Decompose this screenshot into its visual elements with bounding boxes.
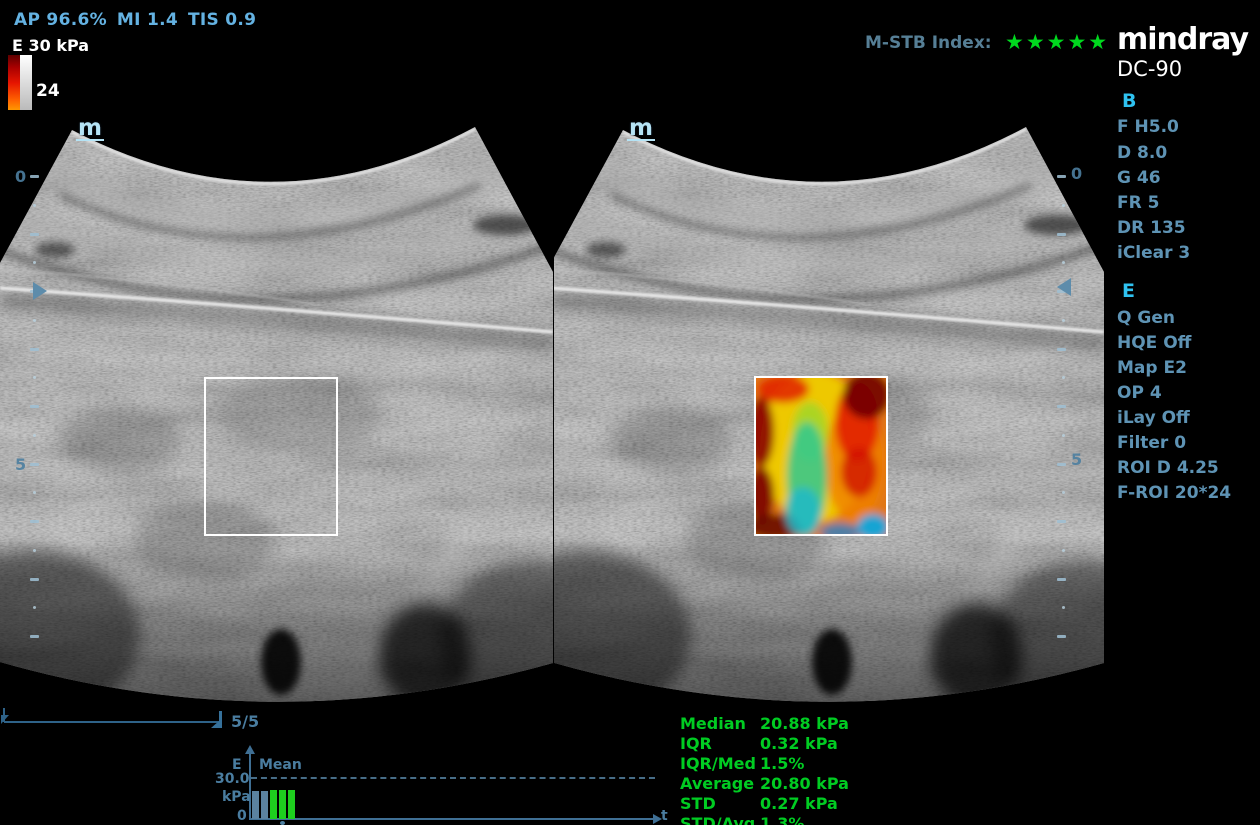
probe-orientation-marker-icon: m xyxy=(627,118,655,141)
trend-bar xyxy=(270,790,277,819)
trend-max-refline xyxy=(251,777,655,779)
param-map: Map E2 xyxy=(1117,358,1187,378)
model-name: DC-90 xyxy=(1117,57,1182,81)
b-section-header: B xyxy=(1122,90,1136,112)
ruler-tick xyxy=(1057,635,1066,638)
param-framerate: FR 5 xyxy=(1117,193,1159,213)
stat-label: STD/Avg xyxy=(680,814,755,825)
ap-value: AP 96.6% xyxy=(14,10,107,30)
param-frequency: F H5.0 xyxy=(1117,117,1179,137)
stat-row: IQR0.32 kPa xyxy=(680,734,712,753)
focus-marker-icon[interactable] xyxy=(1057,278,1071,296)
stat-label: Median xyxy=(680,714,746,733)
brand-logo: mindray xyxy=(1117,22,1248,57)
ruler-dot xyxy=(33,204,36,207)
stat-value: 20.88 kPa xyxy=(760,714,849,733)
frame-counter: 5/5 xyxy=(231,712,259,731)
param-dynamicrange: DR 135 xyxy=(1117,218,1186,238)
ruler-dot xyxy=(1062,319,1065,322)
param-froi-size: F-ROI 20*24 xyxy=(1117,483,1231,503)
cine-progress-bar[interactable] xyxy=(4,721,220,723)
elasto-overlay xyxy=(745,367,897,545)
trend-series-label: Mean xyxy=(259,757,302,773)
ruler-tick xyxy=(1057,348,1066,351)
stat-row: STD0.27 kPa xyxy=(680,794,716,813)
depth-label: 0 xyxy=(1071,164,1082,183)
trend-bar xyxy=(288,790,295,819)
ruler-dot xyxy=(33,434,36,437)
trend-bar xyxy=(279,790,286,819)
ruler-dot xyxy=(33,319,36,322)
param-gain: G 46 xyxy=(1117,168,1161,188)
stat-value: 20.80 kPa xyxy=(760,774,849,793)
elasto-scale-label: E 30 kPa xyxy=(12,36,89,55)
mi-value: MI 1.4 xyxy=(117,10,178,30)
ruler-tick xyxy=(1057,233,1066,236)
bmode-image-left[interactable] xyxy=(0,110,553,710)
param-hqe: HQE Off xyxy=(1117,333,1191,353)
ruler-tick xyxy=(1057,405,1066,408)
stat-value: 1.5% xyxy=(760,754,804,773)
param-ilay: iLay Off xyxy=(1117,408,1190,428)
ruler-dot xyxy=(1062,434,1065,437)
ruler-dot xyxy=(33,549,36,552)
param-opacity: OP 4 xyxy=(1117,383,1162,403)
acoustic-output-readout: AP 96.6% MI 1.4 TIS 0.9 xyxy=(14,10,266,30)
ruler-tick xyxy=(30,520,39,523)
stat-row: Median20.88 kPa xyxy=(680,714,746,733)
ruler-tick xyxy=(30,635,39,638)
elasto-image-right[interactable] xyxy=(554,110,1104,710)
stat-row: IQR/Med1.5% xyxy=(680,754,756,773)
ruler-tick xyxy=(1057,578,1066,581)
trend-current-marker xyxy=(280,821,285,825)
cine-position-triangle-icon xyxy=(211,721,219,728)
colorbar-tick: 24 xyxy=(36,81,60,101)
ruler-dot xyxy=(1062,549,1065,552)
ruler-dot xyxy=(1062,204,1065,207)
focus-marker-icon[interactable] xyxy=(33,282,47,300)
depth-label: 5 xyxy=(1071,450,1082,469)
ruler-tick xyxy=(30,405,39,408)
trend-unit-label: kPa xyxy=(222,789,251,805)
trend-xaxis xyxy=(249,818,655,820)
ruler-tick xyxy=(30,348,39,351)
trend-ymax-label: 30.0 xyxy=(215,771,250,787)
param-filter: Filter 0 xyxy=(1117,433,1186,453)
stat-value: 0.32 kPa xyxy=(760,734,838,753)
ruler-tick xyxy=(30,175,39,178)
depth-label: 5 xyxy=(15,455,26,474)
ruler-tick xyxy=(30,578,39,581)
ruler-tick xyxy=(30,463,39,466)
cine-start-triangle-icon xyxy=(1,715,9,724)
ruler-tick xyxy=(1057,175,1066,178)
trend-bar xyxy=(261,791,268,819)
stat-row: Average20.80 kPa xyxy=(680,774,754,793)
ruler-tick xyxy=(1057,463,1066,466)
stat-label: IQR/Med xyxy=(680,754,756,773)
probe-orientation-marker-icon: m xyxy=(76,118,104,141)
stat-label: Average xyxy=(680,774,754,793)
param-depth: D 8.0 xyxy=(1117,143,1167,163)
e-section-header: E xyxy=(1122,280,1135,302)
param-iclear: iClear 3 xyxy=(1117,243,1190,263)
tis-value: TIS 0.9 xyxy=(188,10,256,30)
trend-zero-label: 0 xyxy=(237,808,247,824)
stat-label: STD xyxy=(680,794,716,813)
stat-value: 1.3% xyxy=(760,814,804,825)
param-roi-depth: ROI D 4.25 xyxy=(1117,458,1219,478)
cine-position-mark[interactable] xyxy=(219,711,222,728)
trend-bar xyxy=(252,791,259,819)
stat-value: 0.27 kPa xyxy=(760,794,838,813)
stat-row: STD/Avg1.3% xyxy=(680,814,755,825)
ruler-tick xyxy=(1057,520,1066,523)
depth-label: 0 xyxy=(15,167,26,186)
ruler-tick xyxy=(30,233,39,236)
ultrasound-screen: { "header": { "ap": "AP 96.6%", "mi": "M… xyxy=(0,0,1260,825)
trend-t-label: t xyxy=(661,808,668,824)
mstb-index-label: M-STB Index: xyxy=(865,33,992,53)
stat-label: IQR xyxy=(680,734,712,753)
param-quality: Q Gen xyxy=(1117,308,1175,328)
star-rating-icons: ★★★★★ xyxy=(1005,30,1109,54)
